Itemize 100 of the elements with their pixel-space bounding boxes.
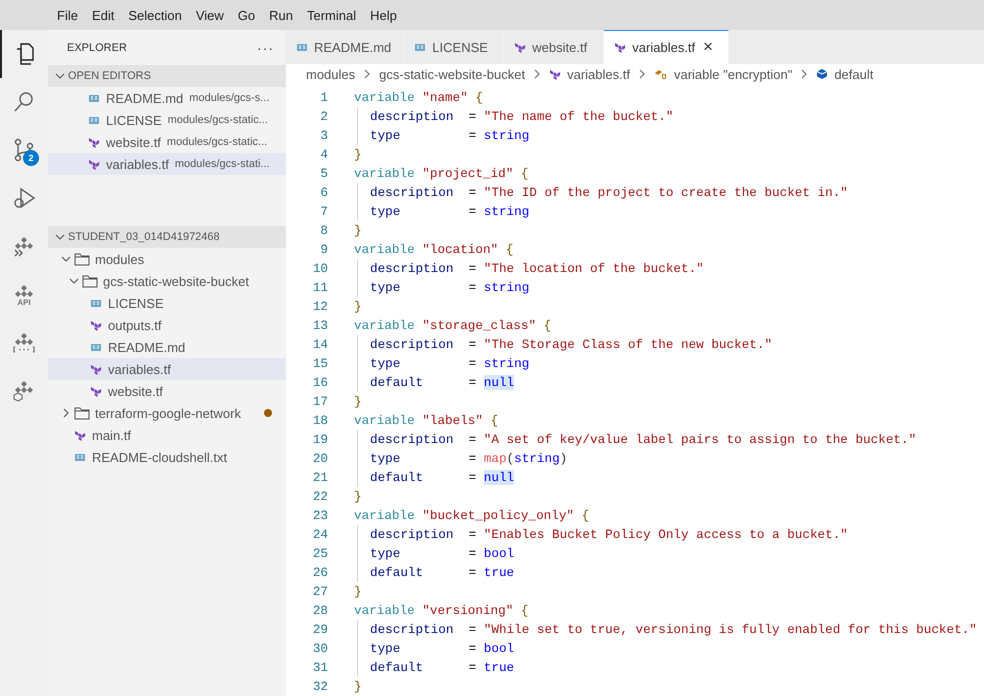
line-number: 4 xyxy=(319,147,329,162)
code-text: } xyxy=(354,147,362,162)
editor-tab[interactable]: README.md xyxy=(286,30,404,64)
code-text: default = true xyxy=(370,565,514,580)
menu-item[interactable]: Edit xyxy=(84,8,122,22)
file-name: gcs-static-website-bucket xyxy=(103,274,249,288)
code-text: } xyxy=(354,394,362,409)
file-path: modules/gcs-s... xyxy=(189,92,270,104)
code-text: type = string xyxy=(370,204,530,219)
section-header[interactable]: OPEN EDITORS xyxy=(48,65,286,87)
document-icon xyxy=(90,297,102,309)
line-number: 29 xyxy=(312,622,329,637)
document-icon xyxy=(90,341,102,353)
folder-icon xyxy=(74,406,90,420)
line-number: 32 xyxy=(312,679,329,694)
file-row[interactable]: outputs.tf xyxy=(48,314,286,336)
menu-item[interactable]: Run xyxy=(262,8,300,22)
breadcrumb-item[interactable]: variables.tf xyxy=(567,66,630,82)
code-text: } xyxy=(354,584,362,599)
line-number: 3 xyxy=(319,128,329,143)
terraform-icon xyxy=(88,136,100,148)
open-editor-item[interactable]: README.md modules/gcs-s... xyxy=(48,87,286,109)
code-text: type = string xyxy=(370,356,530,371)
activity-bar-item[interactable]: 2 xyxy=(0,126,48,174)
menu-item[interactable]: Go xyxy=(230,8,262,22)
code-text: variable "project_id" { xyxy=(354,166,528,181)
cloud-code-icon xyxy=(12,330,36,354)
line-number: 11 xyxy=(312,280,329,295)
terraform-icon xyxy=(549,68,562,80)
menu-item[interactable]: File xyxy=(50,8,85,22)
code-text: type = bool xyxy=(370,546,514,561)
line-number: 14 xyxy=(312,337,329,352)
terraform-icon xyxy=(90,319,102,331)
line-number: 8 xyxy=(319,223,329,238)
menu-item[interactable]: Terminal xyxy=(300,8,364,22)
activity-bar-item[interactable]: API xyxy=(0,270,48,318)
open-editor-item[interactable]: LICENSE modules/gcs-static... xyxy=(48,109,286,131)
file-row[interactable]: variables.tf xyxy=(48,358,286,380)
file-row[interactable]: website.tf xyxy=(48,380,286,402)
line-number: 25 xyxy=(312,546,329,561)
file-name: README.md xyxy=(106,90,184,106)
line-number: 27 xyxy=(312,584,329,599)
menu-item[interactable]: Help xyxy=(363,8,404,22)
file-name: README.md xyxy=(108,340,186,354)
breadcrumb-item[interactable]: gcs-static-website-bucket xyxy=(379,66,526,82)
line-number: 17 xyxy=(312,394,329,409)
line-number: 15 xyxy=(312,356,329,371)
line-number: 16 xyxy=(312,375,329,390)
file-name: variables.tf xyxy=(106,156,169,172)
file-row[interactable]: README.md xyxy=(48,336,286,358)
folder-row[interactable]: terraform-google-network xyxy=(48,402,286,424)
line-number: 10 xyxy=(312,261,329,276)
file-name: LICENSE xyxy=(108,296,164,310)
code-text: } xyxy=(354,679,362,694)
close-button[interactable]: × xyxy=(703,37,714,58)
line-number: 13 xyxy=(312,318,329,333)
section-header[interactable]: STUDENT_03_014D41972468 xyxy=(48,226,286,248)
terraform-icon xyxy=(614,41,626,54)
code-text: default = null xyxy=(370,375,514,390)
file-name: website.tf xyxy=(106,134,161,150)
line-number: 30 xyxy=(312,641,329,656)
folder-row[interactable]: modules xyxy=(48,248,286,270)
variable-icon xyxy=(654,68,668,80)
file-path: modules/gcs-static... xyxy=(166,136,268,148)
file-name: outputs.tf xyxy=(108,318,162,332)
document-icon xyxy=(88,92,100,104)
more-actions-button[interactable]: ··· xyxy=(257,40,274,56)
code-text: description = "The Storage Class of the new bucket." xyxy=(370,337,772,352)
menu-item[interactable]: View xyxy=(188,8,231,22)
line-number: 21 xyxy=(312,470,329,485)
line-number: 24 xyxy=(312,527,329,542)
code-text: variable "storage_class" { xyxy=(354,318,552,333)
breadcrumb-item[interactable]: variable "encryption" xyxy=(674,66,792,82)
breadcrumb-item[interactable]: modules xyxy=(306,66,356,82)
section-title: STUDENT_03_014D41972468 xyxy=(68,231,220,243)
code-text: type = string xyxy=(370,280,530,295)
line-number: 26 xyxy=(312,565,329,580)
menu-item[interactable]: Selection xyxy=(121,8,189,22)
cube-icon xyxy=(816,68,828,80)
file-row[interactable]: README-cloudshell.txt xyxy=(48,446,286,468)
line-number: 18 xyxy=(312,413,329,428)
file-row[interactable]: LICENSE xyxy=(48,292,286,314)
code-text: description = "The ID of the project to create the bucket in." xyxy=(370,185,848,200)
run-debug-icon xyxy=(12,186,36,210)
open-editor-item[interactable]: variables.tf modules/gcs-stati... xyxy=(48,153,286,175)
line-number: 7 xyxy=(319,204,329,219)
file-row[interactable]: main.tf xyxy=(48,424,286,446)
code-text: variable "bucket_policy_only" { xyxy=(354,508,590,523)
editor-tab[interactable]: LICENSE xyxy=(404,30,504,64)
file-name: main.tf xyxy=(92,428,132,442)
file-name: modules xyxy=(95,252,144,266)
code-text: description = "A set of key/value label pairs to assign to the bucket." xyxy=(370,432,916,447)
open-editor-item[interactable]: website.tf modules/gcs-static... xyxy=(48,131,286,153)
editor-tab[interactable]: variables.tf × xyxy=(604,30,730,64)
code-text: description = "While set to true, versioning is fully enabled for this bucket." xyxy=(370,622,977,637)
folder-row[interactable]: gcs-static-website-bucket xyxy=(48,270,286,292)
folder-icon xyxy=(82,274,98,288)
breadcrumb-item[interactable]: default xyxy=(834,66,874,82)
file-name: terraform-google-network xyxy=(95,406,241,420)
line-number: 23 xyxy=(312,508,329,523)
